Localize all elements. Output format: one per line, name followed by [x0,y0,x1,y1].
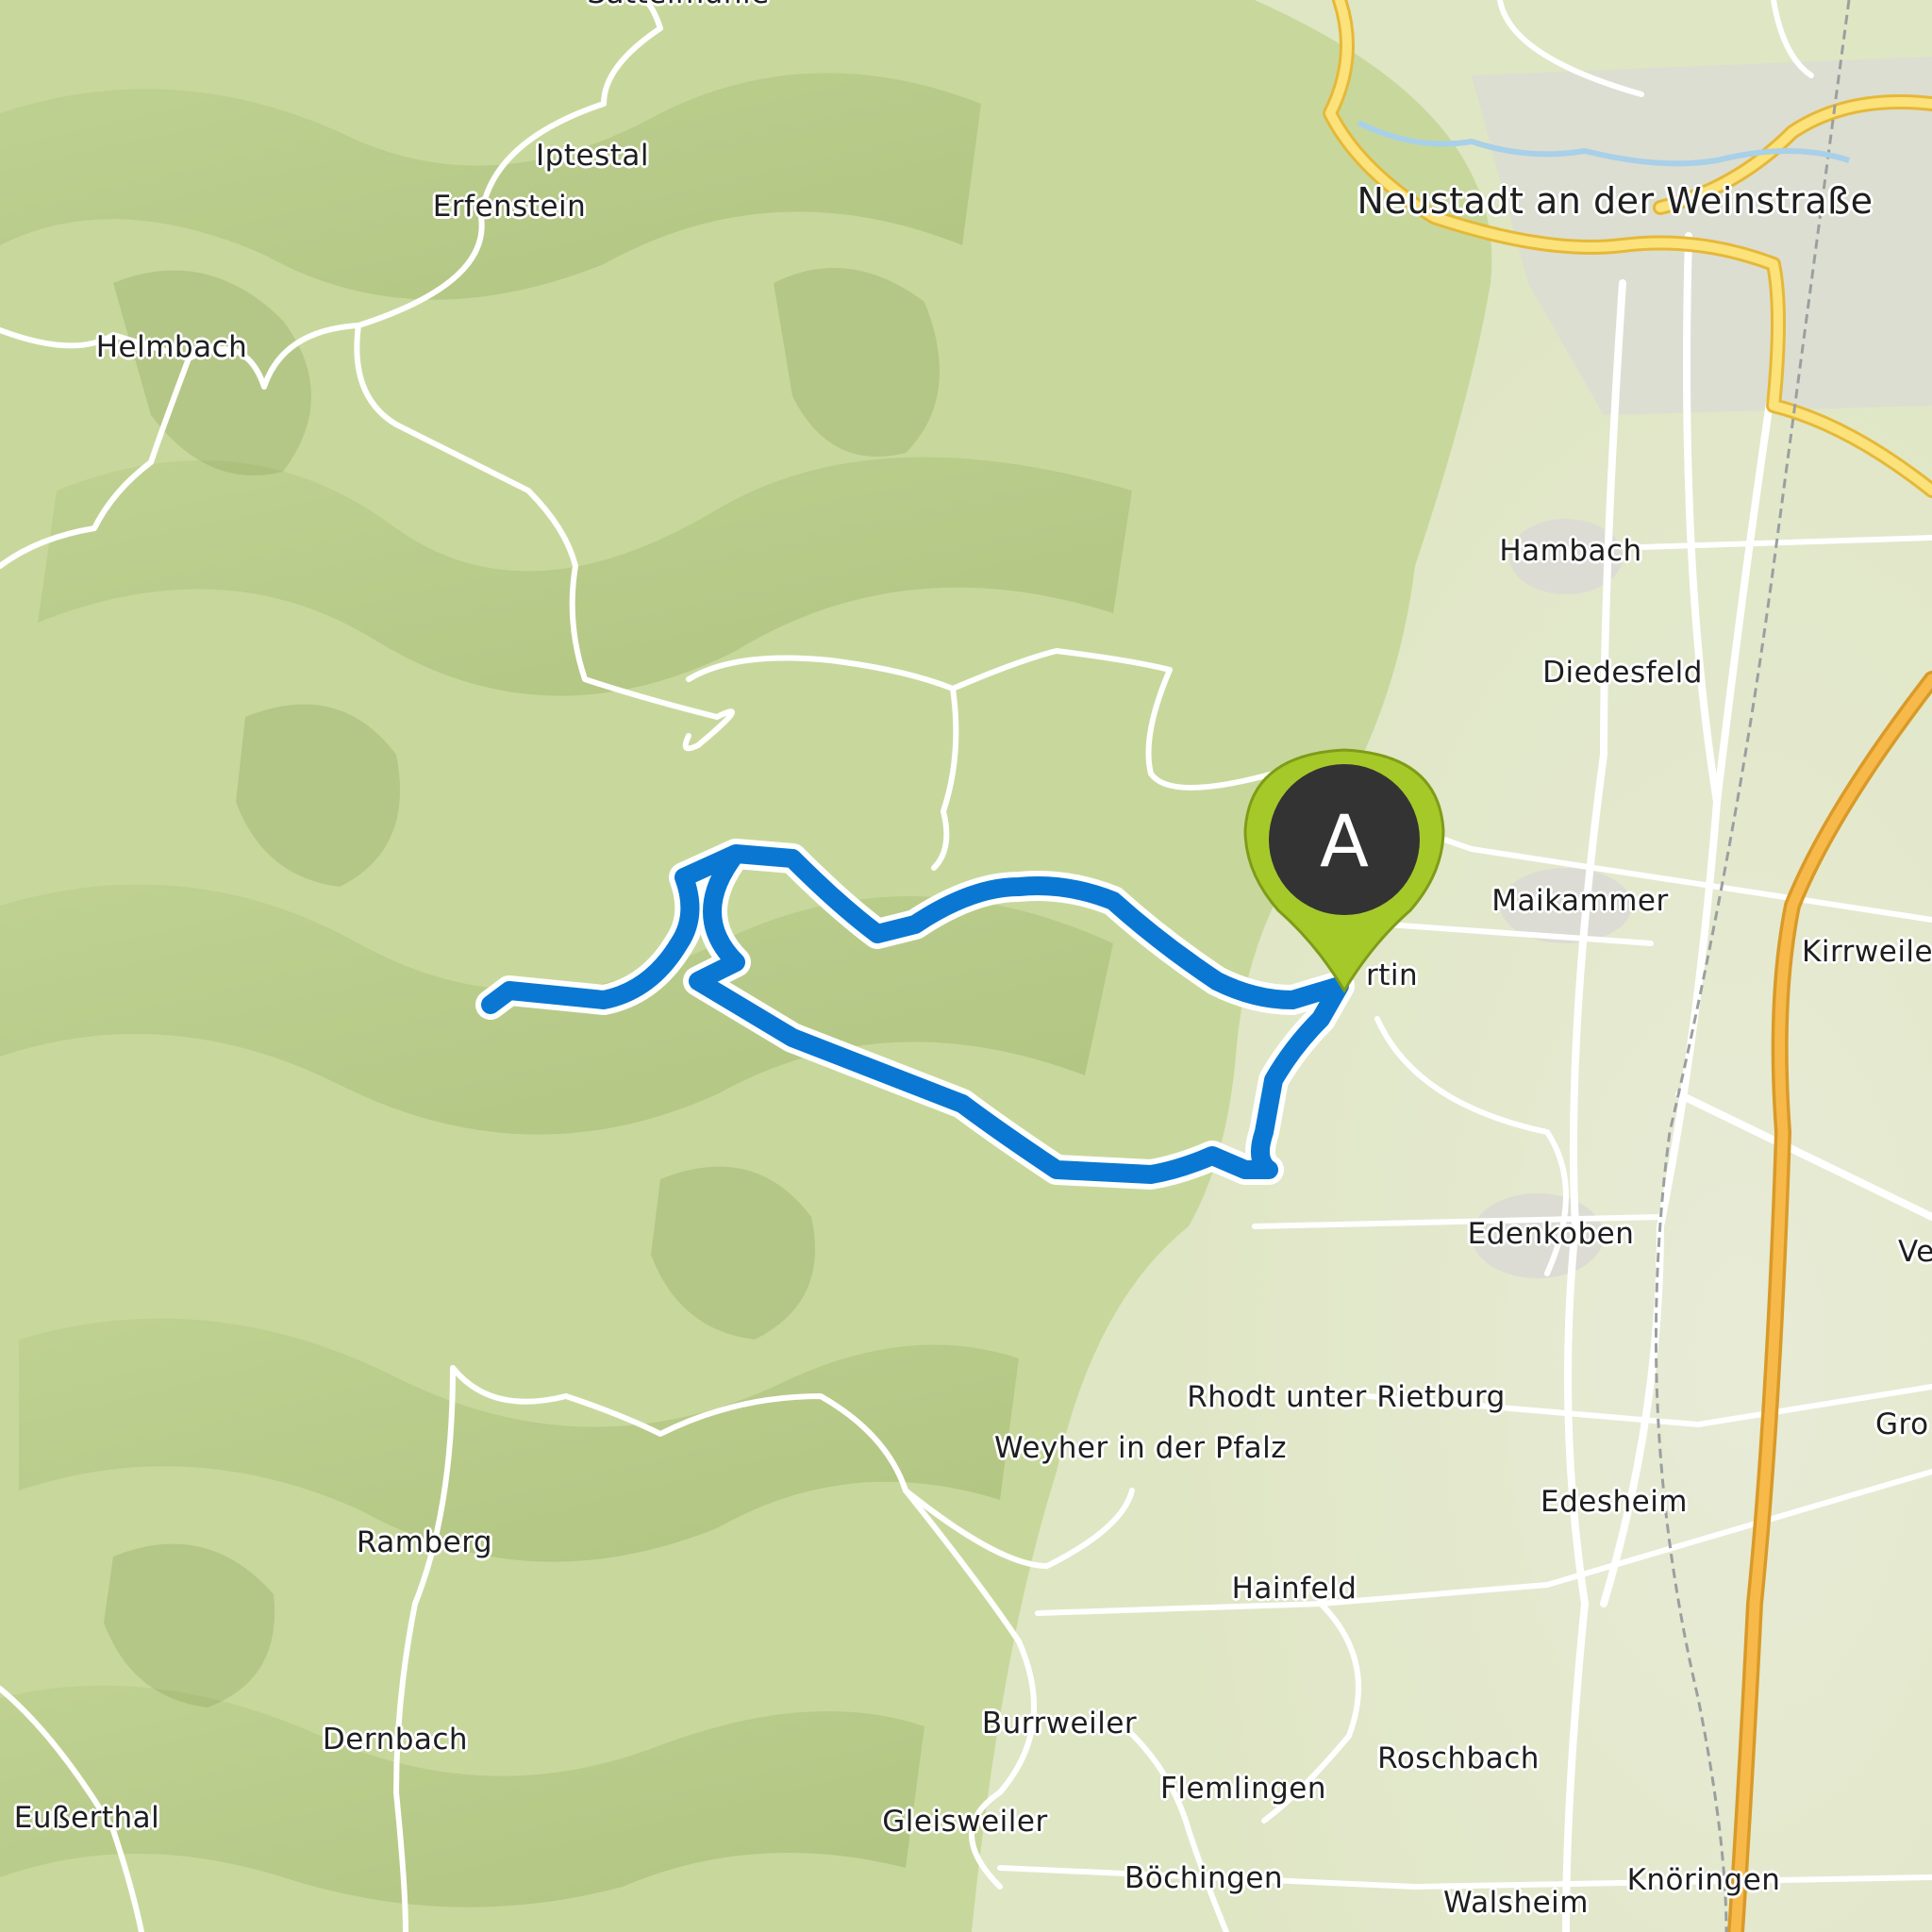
place-label-stmartin: rtin [1366,958,1419,992]
place-label-diedesfeld: Diedesfeld [1542,656,1703,690]
place-label-kirrweiler: Kirrweile [1802,935,1932,969]
map-canvas[interactable]: A Sattelmühle Iptestal Erfenstein Helmba… [0,0,1932,1932]
place-label-neustadt: Neustadt an der Weinstraße [1357,180,1874,222]
place-label-hainfeld: Hainfeld [1231,1572,1357,1606]
place-label-burrweiler: Burrweiler [981,1707,1138,1740]
place-label-dernbach: Dernbach [322,1723,469,1757]
place-label-sattelmuhle: Sattelmühle [587,0,769,10]
place-label-gro: Gro [1875,1407,1929,1441]
place-label-edenkoben: Edenkoben [1467,1217,1635,1251]
place-label-eusserthal: Eußerthal [13,1801,160,1835]
place-label-iptestal: Iptestal [536,139,649,173]
marker-letter: A [1320,799,1369,883]
place-label-walsheim: Walsheim [1443,1886,1589,1920]
place-label-erfenstein: Erfenstein [432,190,587,224]
place-label-bochingen: Böchingen [1124,1861,1284,1895]
place-label-rhodt: Rhodt unter Rietburg [1187,1380,1506,1414]
place-label-helmbach: Helmbach [95,330,248,364]
place-label-hambach: Hambach [1499,534,1642,568]
place-label-weyher: Weyher in der Pfalz [993,1431,1288,1465]
place-label-knoringen: Knöringen [1626,1863,1781,1897]
place-label-edesheim: Edesheim [1540,1485,1689,1519]
place-label-ve: Ve [1898,1235,1932,1269]
place-label-maikammer: Maikammer [1491,884,1669,918]
place-label-flemlingen: Flemlingen [1160,1772,1326,1806]
place-label-gleisweiler: Gleisweiler [882,1805,1048,1839]
place-label-roschbach: Roschbach [1377,1741,1540,1775]
place-label-ramberg: Ramberg [356,1525,493,1559]
map-layer: A [0,0,1932,1932]
